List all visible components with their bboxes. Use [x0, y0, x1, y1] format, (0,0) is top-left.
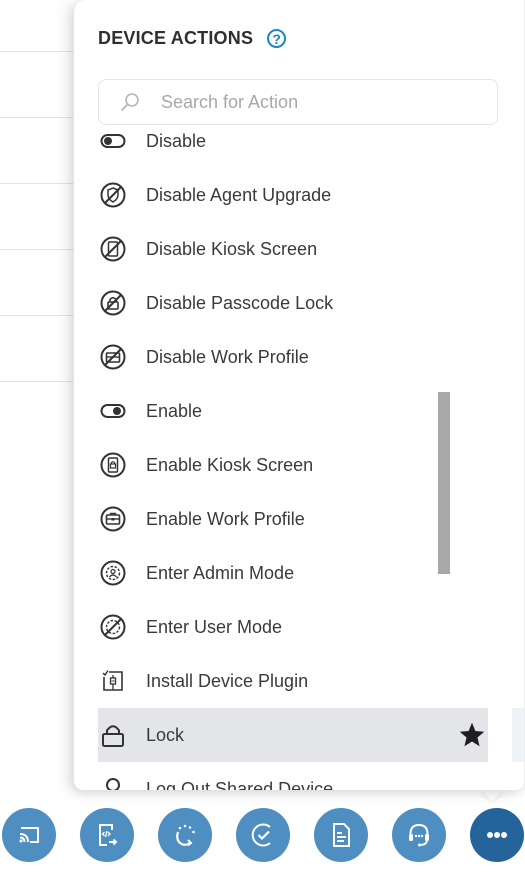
favorite-star-icon[interactable]: [458, 721, 486, 749]
plugin-icon: [100, 668, 126, 694]
action-label: Lock: [146, 724, 185, 745]
action-item-disable-agent-upgrade[interactable]: Disable Agent Upgrade: [98, 168, 488, 222]
action-label: Enter User Mode: [146, 616, 283, 637]
action-label: Enable: [146, 400, 203, 421]
gear-user-icon: [100, 560, 126, 586]
action-label: Install Device Plugin: [146, 670, 309, 691]
support-button[interactable]: [392, 808, 446, 862]
action-item-enable[interactable]: Enable: [98, 384, 488, 438]
table-row-divider: [0, 381, 80, 382]
action-label: Disable Agent Upgrade: [146, 184, 332, 205]
toggle-off-icon: [100, 132, 126, 154]
action-label: Log Out Shared Device: [146, 778, 334, 791]
more-actions-button[interactable]: [470, 808, 524, 862]
table-row-divider: [0, 117, 80, 118]
action-label: Enter Admin Mode: [146, 562, 295, 583]
table-row-divider: [0, 51, 80, 52]
actions-list[interactable]: Disable Disable Agent Upgrade Disable Ki…: [74, 132, 525, 790]
question-circle-icon[interactable]: ?: [267, 29, 287, 48]
lock-icon: [100, 722, 126, 748]
action-item-enable-kiosk-screen[interactable]: Enable Kiosk Screen: [98, 438, 488, 492]
action-item-enter-admin-mode[interactable]: Enter Admin Mode: [98, 546, 488, 600]
work-profile-disabled-icon: [100, 344, 126, 370]
action-label: Enable Kiosk Screen: [146, 454, 314, 475]
refresh-button[interactable]: [158, 808, 212, 862]
passcode-lock-disabled-icon: [100, 290, 126, 316]
check-circle-icon: [251, 823, 271, 847]
action-item-disable-kiosk-screen[interactable]: Disable Kiosk Screen: [98, 222, 488, 276]
kiosk-icon: [100, 452, 126, 478]
action-item-install-device-plugin[interactable]: Install Device Plugin: [98, 654, 488, 708]
cast-icon: [19, 827, 39, 843]
action-item-log-out-shared-device[interactable]: Log Out Shared Device: [98, 762, 488, 790]
user-icon: [100, 776, 126, 790]
cast-button[interactable]: [2, 808, 56, 862]
agent-upgrade-disabled-icon: [100, 182, 126, 208]
action-label: Disable: [146, 132, 207, 151]
popup-title: DEVICE ACTIONS: [98, 28, 254, 48]
briefcase-icon: [100, 506, 126, 532]
action-label: Enable Work Profile: [146, 508, 305, 529]
action-item-enable-work-profile[interactable]: Enable Work Profile: [98, 492, 488, 546]
action-item-disable-work-profile[interactable]: Disable Work Profile: [98, 330, 488, 384]
action-label: Disable Passcode Lock: [146, 292, 334, 313]
search-input[interactable]: [159, 90, 463, 114]
table-row-divider: [0, 183, 80, 184]
kiosk-disabled-icon: [100, 236, 126, 262]
device-actions-popup: DEVICE ACTIONS ? Disable Disable Agent: [73, 0, 525, 790]
table-row-divider: [0, 249, 80, 250]
action-item-disable[interactable]: Disable: [98, 132, 488, 168]
device-action-bar: [0, 808, 525, 864]
scrollbar-thumb[interactable]: [438, 392, 450, 574]
more-dots-icon: [487, 832, 507, 838]
popup-header: DEVICE ACTIONS ?: [98, 28, 287, 49]
action-item-enter-user-mode[interactable]: Enter User Mode: [98, 600, 488, 654]
search-box[interactable]: [98, 79, 498, 125]
refresh-icon: [176, 824, 195, 847]
document-icon: [333, 823, 350, 847]
action-item-lock[interactable]: Lock: [98, 708, 525, 762]
table-row-divider: [0, 315, 80, 316]
document-button[interactable]: [314, 808, 368, 862]
gear-disabled-icon: [100, 614, 126, 640]
search-icon: [121, 93, 139, 111]
action-item-disable-passcode-lock[interactable]: Disable Passcode Lock: [98, 276, 488, 330]
headset-icon: [409, 823, 429, 847]
action-label: Disable Kiosk Screen: [146, 238, 318, 259]
check-compliance-button[interactable]: [236, 808, 290, 862]
script-transfer-icon: [99, 824, 118, 846]
remote-script-button[interactable]: [80, 808, 134, 862]
action-label: Disable Work Profile: [146, 346, 309, 367]
toggle-on-icon: [100, 398, 126, 424]
